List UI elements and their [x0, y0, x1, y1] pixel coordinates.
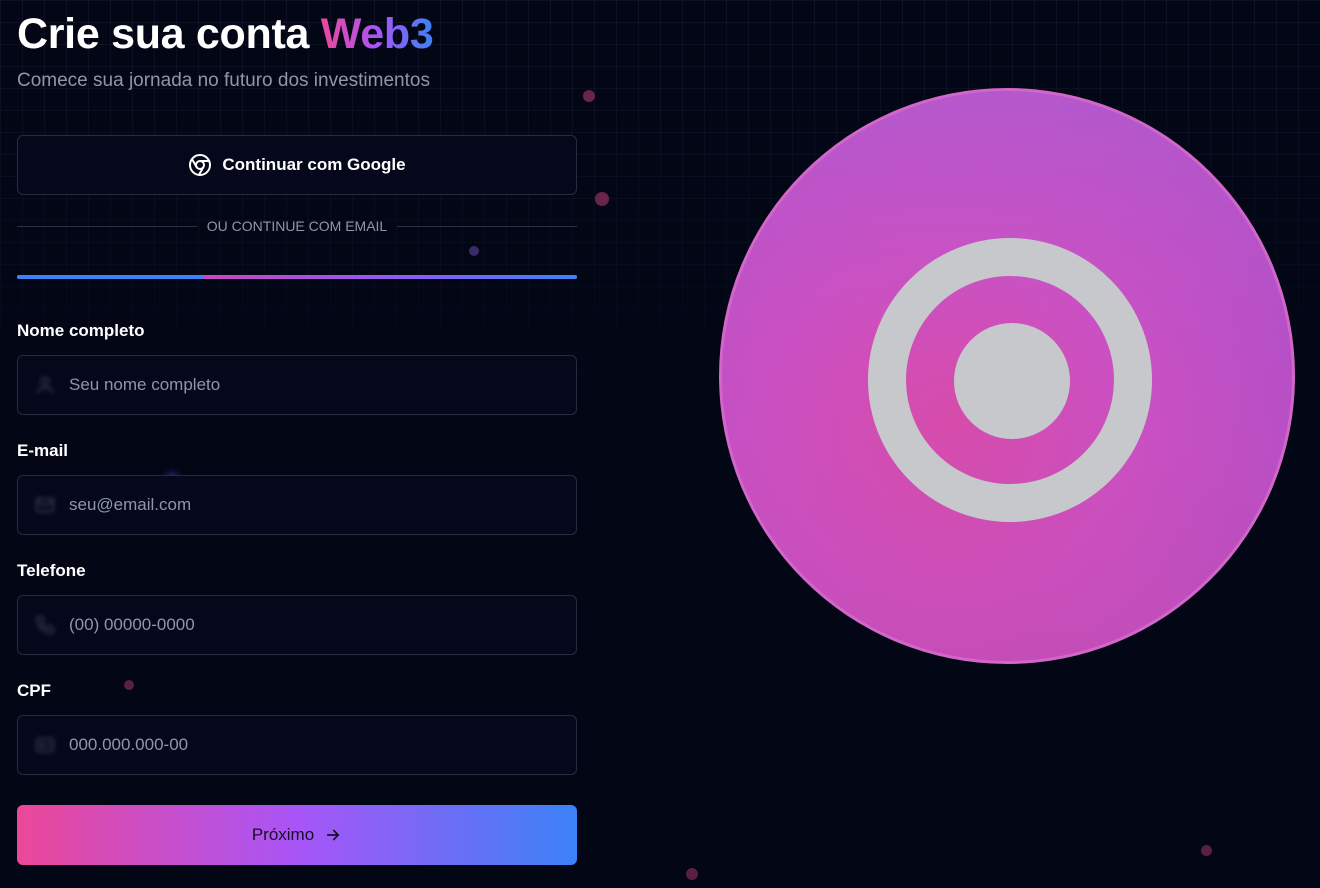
signup-page: Crie sua conta Web3 Comece sua jornada n…	[0, 0, 1320, 888]
title-accent: Web3	[320, 10, 434, 58]
cpf-input[interactable]	[69, 725, 539, 765]
email-input[interactable]	[69, 485, 539, 525]
arrow-right-icon	[324, 826, 342, 844]
email-label: E-mail	[17, 441, 69, 460]
particle-dot	[124, 680, 134, 690]
google-button-label: Continuar com Google	[222, 155, 406, 174]
phone-field[interactable]	[17, 595, 577, 655]
cpf-label: CPF	[17, 681, 51, 700]
particle-dot	[686, 868, 698, 880]
particle-dot	[1201, 845, 1212, 856]
coin-logo-icon	[719, 88, 1295, 664]
page-subtitle: Comece sua jornada no futuro dos investi…	[17, 70, 430, 91]
phone-input[interactable]	[69, 605, 539, 645]
step-progress-bar	[17, 275, 577, 279]
particle-dot	[595, 192, 609, 206]
progress-fill	[17, 275, 204, 279]
divider-line-left	[17, 225, 197, 227]
next-button[interactable]: Próximo	[17, 805, 577, 865]
id-card-icon	[34, 734, 56, 756]
user-icon	[34, 374, 56, 396]
chrome-icon	[188, 153, 212, 177]
name-field[interactable]	[17, 355, 577, 415]
particle-dot	[583, 90, 595, 102]
page-title: Crie sua conta Web3	[17, 8, 434, 60]
web3-coin-illustration	[718, 87, 1296, 665]
next-button-label: Próximo	[251, 825, 315, 844]
progress-remaining	[203, 275, 577, 279]
particle-dot	[469, 246, 479, 256]
phone-icon	[34, 614, 56, 636]
phone-label: Telefone	[17, 561, 86, 580]
title-main: Crie sua conta	[17, 10, 310, 58]
cpf-field[interactable]	[17, 715, 577, 775]
name-input[interactable]	[69, 365, 539, 405]
google-signin-button[interactable]: Continuar com Google	[17, 135, 577, 195]
divider-line-right	[397, 225, 577, 227]
or-divider: OU CONTINUE COM EMAIL	[17, 216, 577, 236]
mail-icon	[34, 494, 56, 516]
name-label: Nome completo	[17, 321, 145, 340]
divider-text: OU CONTINUE COM EMAIL	[206, 218, 388, 234]
email-field[interactable]	[17, 475, 577, 535]
